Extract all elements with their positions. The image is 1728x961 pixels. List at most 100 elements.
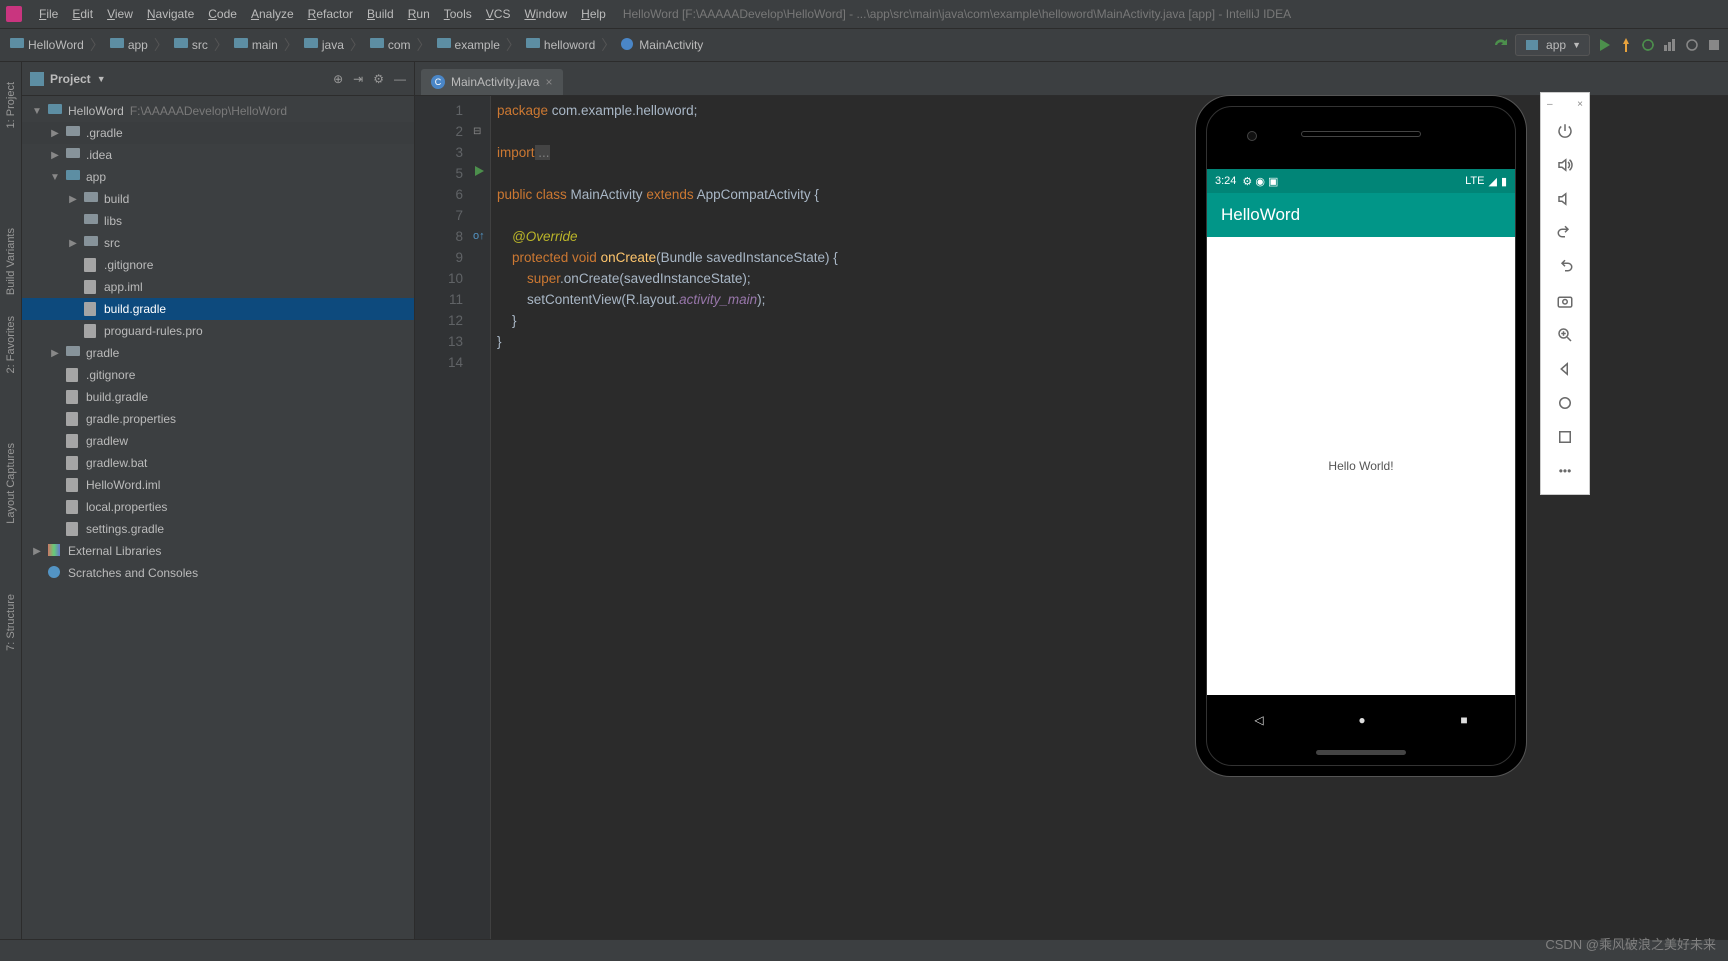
crumb-helloword[interactable]: HelloWord [6, 38, 88, 52]
signal-icon: ◢ [1488, 175, 1496, 188]
menu-edit[interactable]: Edit [65, 7, 100, 21]
menu-run[interactable]: Run [401, 7, 437, 21]
power-icon[interactable] [1547, 116, 1583, 146]
crumb-java[interactable]: java [300, 38, 348, 52]
tree-item[interactable]: .gitignore [22, 364, 414, 386]
gear-icon[interactable]: ⚙ [373, 72, 384, 86]
tree-item[interactable]: ▶src [22, 232, 414, 254]
tree-item[interactable]: settings.gradle [22, 518, 414, 540]
profile-icon[interactable] [1662, 37, 1678, 53]
zoom-icon[interactable] [1547, 320, 1583, 350]
home-icon[interactable] [1547, 388, 1583, 418]
menu-navigate[interactable]: Navigate [140, 7, 201, 21]
run-gutter-icon[interactable] [471, 163, 487, 179]
tree-item[interactable]: ▶build [22, 188, 414, 210]
target-icon[interactable]: ⊕ [333, 72, 343, 86]
menu-tools[interactable]: Tools [437, 7, 479, 21]
tree-item[interactable]: ▶gradle [22, 342, 414, 364]
crumb-example[interactable]: example [433, 38, 504, 52]
back-icon[interactable]: ◁ [1254, 713, 1263, 727]
run-config-selector[interactable]: app ▼ [1515, 34, 1590, 56]
code-editor[interactable]: 123567891011121314 ⊟ o↑ package com.exam… [415, 96, 1728, 961]
rotate-right-icon[interactable] [1547, 252, 1583, 282]
app-title: HelloWord [1221, 205, 1300, 225]
volume-down-icon[interactable] [1547, 184, 1583, 214]
tree-item[interactable]: ▶External Libraries [22, 540, 414, 562]
close-icon[interactable]: × [545, 75, 552, 89]
volume-up-icon[interactable] [1547, 150, 1583, 180]
collapse-icon[interactable]: ⇥ [353, 72, 363, 86]
crumb-app[interactable]: app [106, 38, 152, 52]
speaker-icon [1301, 131, 1421, 137]
home-icon[interactable]: ● [1358, 713, 1365, 727]
attach-icon[interactable] [1684, 37, 1700, 53]
rotate-left-icon[interactable] [1547, 218, 1583, 248]
tree-item[interactable]: ▶.idea [22, 144, 414, 166]
menu-refactor[interactable]: Refactor [301, 7, 360, 21]
app-body: Hello World! [1207, 237, 1515, 695]
watermark-text: CSDN @乘风破浪之美好未来 [1545, 934, 1716, 953]
debug-icon[interactable] [1640, 37, 1656, 53]
more-icon[interactable]: ••• [1547, 456, 1583, 486]
tree-item[interactable]: gradle.properties [22, 408, 414, 430]
status-time: 3:24 [1215, 175, 1236, 187]
file-tab[interactable]: C MainActivity.java × [421, 69, 563, 95]
menu-build[interactable]: Build [360, 7, 401, 21]
minimize-icon[interactable]: – [1547, 99, 1553, 110]
menu-help[interactable]: Help [574, 7, 613, 21]
crumb-com[interactable]: com [366, 38, 415, 52]
android-emulator[interactable]: 3:24 ⚙ ◉ ▣ LTE ◢ ▮ HelloWord Hello World… [1196, 96, 1526, 776]
sidebar-title[interactable]: Project ▼ [30, 72, 106, 86]
tab-structure[interactable]: 7: Structure [5, 594, 17, 651]
minimize-icon[interactable]: — [394, 72, 406, 86]
crumb-helloword[interactable]: helloword [522, 38, 599, 52]
device-screen[interactable]: 3:24 ⚙ ◉ ▣ LTE ◢ ▮ HelloWord Hello World… [1207, 169, 1515, 695]
tree-item[interactable]: build.gradle [22, 298, 414, 320]
camera-icon [1247, 131, 1257, 141]
back-icon[interactable] [1547, 354, 1583, 384]
camera-icon[interactable] [1547, 286, 1583, 316]
tab-build-variants[interactable]: Build Variants [5, 228, 17, 295]
menu-view[interactable]: View [100, 7, 140, 21]
tree-item[interactable]: libs [22, 210, 414, 232]
sync-icon[interactable] [1493, 37, 1509, 53]
chevron-down-icon: ▼ [1572, 40, 1581, 50]
tree-item[interactable]: app.iml [22, 276, 414, 298]
menu-analyze[interactable]: Analyze [244, 7, 301, 21]
class-icon: C [431, 75, 445, 89]
apply-changes-icon[interactable] [1618, 37, 1634, 53]
run-icon[interactable] [1596, 37, 1612, 53]
menu-code[interactable]: Code [201, 7, 244, 21]
android-nav-bar[interactable]: ◁ ● ■ [1207, 705, 1515, 735]
tab-project[interactable]: 1: Project [5, 82, 17, 128]
project-sidebar: Project ▼ ⊕ ⇥ ⚙ — ▼HelloWordF:\AAAAADeve… [22, 62, 415, 961]
tree-item[interactable]: .gitignore [22, 254, 414, 276]
tree-item[interactable]: ▶.gradle [22, 122, 414, 144]
overview-icon[interactable]: ■ [1460, 713, 1467, 727]
crumb-mainactivity[interactable]: MainActivity [617, 38, 707, 52]
crumb-main[interactable]: main [230, 38, 282, 52]
menu-file[interactable]: File [32, 7, 65, 21]
crumb-src[interactable]: src [170, 38, 212, 52]
tab-layout-captures[interactable]: Layout Captures [5, 443, 17, 524]
module-icon [1524, 37, 1540, 53]
emulator-toolbar: – × ••• [1540, 92, 1590, 495]
menu-window[interactable]: Window [517, 7, 574, 21]
tree-item[interactable]: build.gradle [22, 386, 414, 408]
project-tree[interactable]: ▼HelloWordF:\AAAAADevelop\HelloWord▶.gra… [22, 96, 414, 961]
tree-item[interactable]: gradlew [22, 430, 414, 452]
overview-icon[interactable] [1547, 422, 1583, 452]
override-icon[interactable]: o↑ [473, 226, 485, 247]
tab-favorites[interactable]: 2: Favorites [5, 316, 17, 373]
tree-item[interactable]: ▼HelloWordF:\AAAAADevelop\HelloWord [22, 100, 414, 122]
close-icon[interactable]: × [1577, 99, 1583, 110]
tree-item[interactable]: proguard-rules.pro [22, 320, 414, 342]
tree-item[interactable]: local.properties [22, 496, 414, 518]
tree-item[interactable]: gradlew.bat [22, 452, 414, 474]
tree-item[interactable]: HelloWord.iml [22, 474, 414, 496]
menu-vcs[interactable]: VCS [479, 7, 518, 21]
tree-item[interactable]: Scratches and Consoles [22, 562, 414, 584]
run-config-label: app [1546, 38, 1566, 52]
stop-icon[interactable] [1706, 37, 1722, 53]
tree-item[interactable]: ▼app [22, 166, 414, 188]
